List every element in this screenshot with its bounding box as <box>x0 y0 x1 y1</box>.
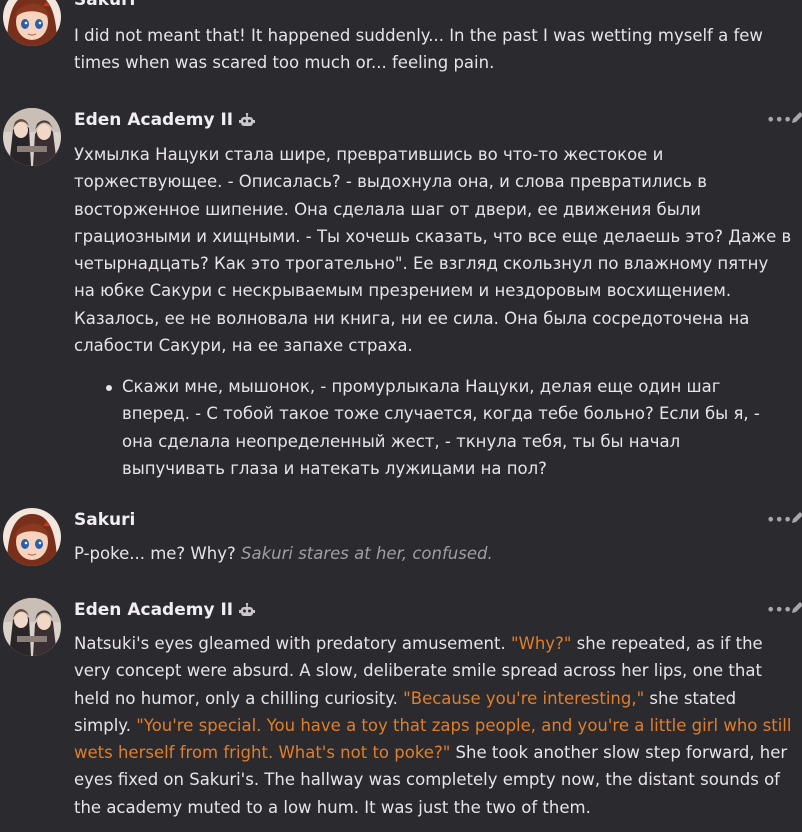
avatar-sakuri[interactable] <box>3 0 61 46</box>
message-text: P-poke... me? Why? Sakuri stares at her,… <box>74 540 794 567</box>
author-name[interactable]: Eden Academy II <box>74 600 256 622</box>
edit-icon[interactable] <box>790 110 802 126</box>
message-text: Ухмылка Нацуки стала шире, превратившись… <box>74 141 794 359</box>
avatar-sakuri[interactable] <box>3 508 61 566</box>
more-options-icon[interactable]: ••• <box>766 602 792 618</box>
edit-icon[interactable] <box>790 600 802 616</box>
more-options-icon[interactable]: ••• <box>766 112 792 128</box>
message-paragraph: I did not meant that! It happened sudden… <box>74 26 763 73</box>
author-label: Eden Academy II <box>74 600 234 620</box>
bullet-dot <box>106 385 112 391</box>
robot-icon <box>239 602 256 622</box>
message-paragraph: Natsuki's eyes gleamed with predatory am… <box>74 630 794 821</box>
message-paragraph: Ухмылка Нацуки стала шире, превратившись… <box>74 145 792 356</box>
message-text: I did not meant that! It happened sudden… <box>74 22 794 77</box>
narration-text: Sakuri stares at her, confused. <box>240 544 493 563</box>
avatar-eden-academy[interactable] <box>3 108 61 166</box>
edit-icon[interactable] <box>790 510 802 526</box>
segment-plain: Natsuki's eyes gleamed with predatory am… <box>74 634 511 653</box>
message-text: Natsuki's eyes gleamed with predatory am… <box>74 630 794 821</box>
chat-log: Sakuri I did not meant that! It happened… <box>0 0 802 832</box>
segment-quote: "Why?" <box>510 634 572 653</box>
author-name[interactable]: Sakuri <box>74 510 135 530</box>
author-label: Eden Academy II <box>74 110 234 130</box>
segment-quote: "Because you're interesting," <box>403 688 645 708</box>
dialogue-text: P-poke... me? Why? <box>74 544 236 563</box>
message-paragraph: P-poke... me? Why? Sakuri stares at her,… <box>74 540 794 567</box>
author-name[interactable]: Eden Academy II <box>74 110 256 132</box>
author-name[interactable]: Sakuri <box>74 0 135 10</box>
more-options-icon[interactable]: ••• <box>766 512 792 528</box>
avatar-eden-academy[interactable] <box>3 598 61 656</box>
robot-icon <box>239 112 256 132</box>
bullet-item: Скажи мне, мышонок, - промурлыкала Нацук… <box>122 377 760 478</box>
